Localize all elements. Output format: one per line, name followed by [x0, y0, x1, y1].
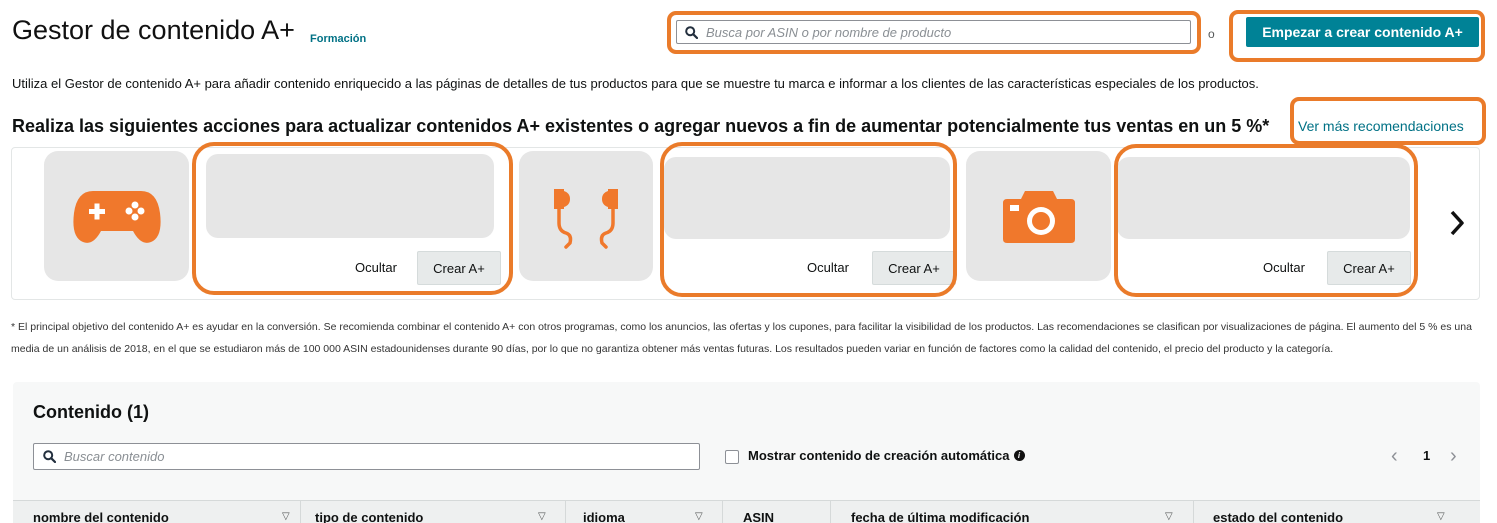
asin-search-placeholder: Busca por ASIN o por nombre de producto	[706, 24, 952, 40]
content-search-input[interactable]: Buscar contenido	[33, 443, 700, 470]
column-divider	[300, 501, 301, 523]
pagination-next-icon[interactable]: ›	[1450, 445, 1457, 468]
recommendation-card-2-outline	[660, 142, 957, 297]
search-icon	[685, 25, 698, 39]
pagination-prev-icon[interactable]: ‹	[1391, 445, 1398, 468]
recommendation-card-1-image	[44, 151, 189, 281]
chevron-right-icon[interactable]	[1449, 209, 1465, 237]
auto-created-checkbox[interactable]	[725, 450, 739, 464]
sort-icon[interactable]: ▽	[1437, 511, 1445, 522]
column-header-content-status[interactable]: estado del contenido	[1213, 510, 1343, 523]
earbuds-icon	[554, 189, 618, 249]
page-title: Gestor de contenido A+	[12, 15, 295, 45]
asin-search-input[interactable]: Busca por ASIN o por nombre de producto	[676, 20, 1191, 44]
info-icon[interactable]: i	[1013, 450, 1025, 461]
column-header-last-modified[interactable]: fecha de última modificación	[851, 510, 1029, 523]
auto-created-label: Mostrar contenido de creación automática…	[748, 448, 1025, 463]
sort-icon[interactable]: ▽	[282, 511, 290, 522]
column-divider	[722, 501, 723, 523]
column-divider	[830, 501, 831, 523]
recommendation-card-3-outline	[1114, 144, 1418, 297]
recommendation-card-1-outline	[192, 142, 513, 295]
column-header-content-type[interactable]: tipo de contenido	[315, 510, 423, 523]
content-section-title: Contenido (1)	[33, 402, 149, 422]
intro-text: Utiliza el Gestor de contenido A+ para a…	[12, 76, 1259, 91]
more-recommendations-link[interactable]: Ver más recomendaciones	[1298, 118, 1464, 134]
column-header-asin: ASIN	[743, 510, 775, 523]
column-divider	[1193, 501, 1194, 523]
auto-created-label-text: Mostrar contenido de creación automática	[748, 448, 1010, 463]
search-icon	[43, 450, 56, 463]
sort-icon[interactable]: ▽	[695, 511, 703, 522]
column-header-language[interactable]: idioma	[583, 510, 625, 523]
column-header-content-name[interactable]: nombre del contenido	[33, 510, 169, 523]
recommendations-heading: Realiza las siguientes acciones para act…	[12, 116, 1270, 136]
column-divider	[565, 501, 566, 523]
disclaimer-footnote: * El principal objetivo del contenido A+…	[11, 321, 1472, 355]
sort-icon[interactable]: ▽	[538, 511, 546, 522]
gamepad-icon	[72, 191, 161, 243]
content-search-placeholder: Buscar contenido	[64, 449, 165, 464]
recommendation-card-3-image	[966, 151, 1111, 281]
recommendation-card-2-image	[519, 151, 653, 281]
pagination-current-page[interactable]: 1	[1423, 448, 1430, 463]
start-create-content-button[interactable]: Empezar a crear contenido A+	[1246, 17, 1479, 47]
camera-icon	[1002, 191, 1075, 243]
or-separator: o	[1208, 27, 1215, 41]
training-link[interactable]: Formación	[310, 33, 366, 45]
sort-icon[interactable]: ▽	[1165, 511, 1173, 522]
